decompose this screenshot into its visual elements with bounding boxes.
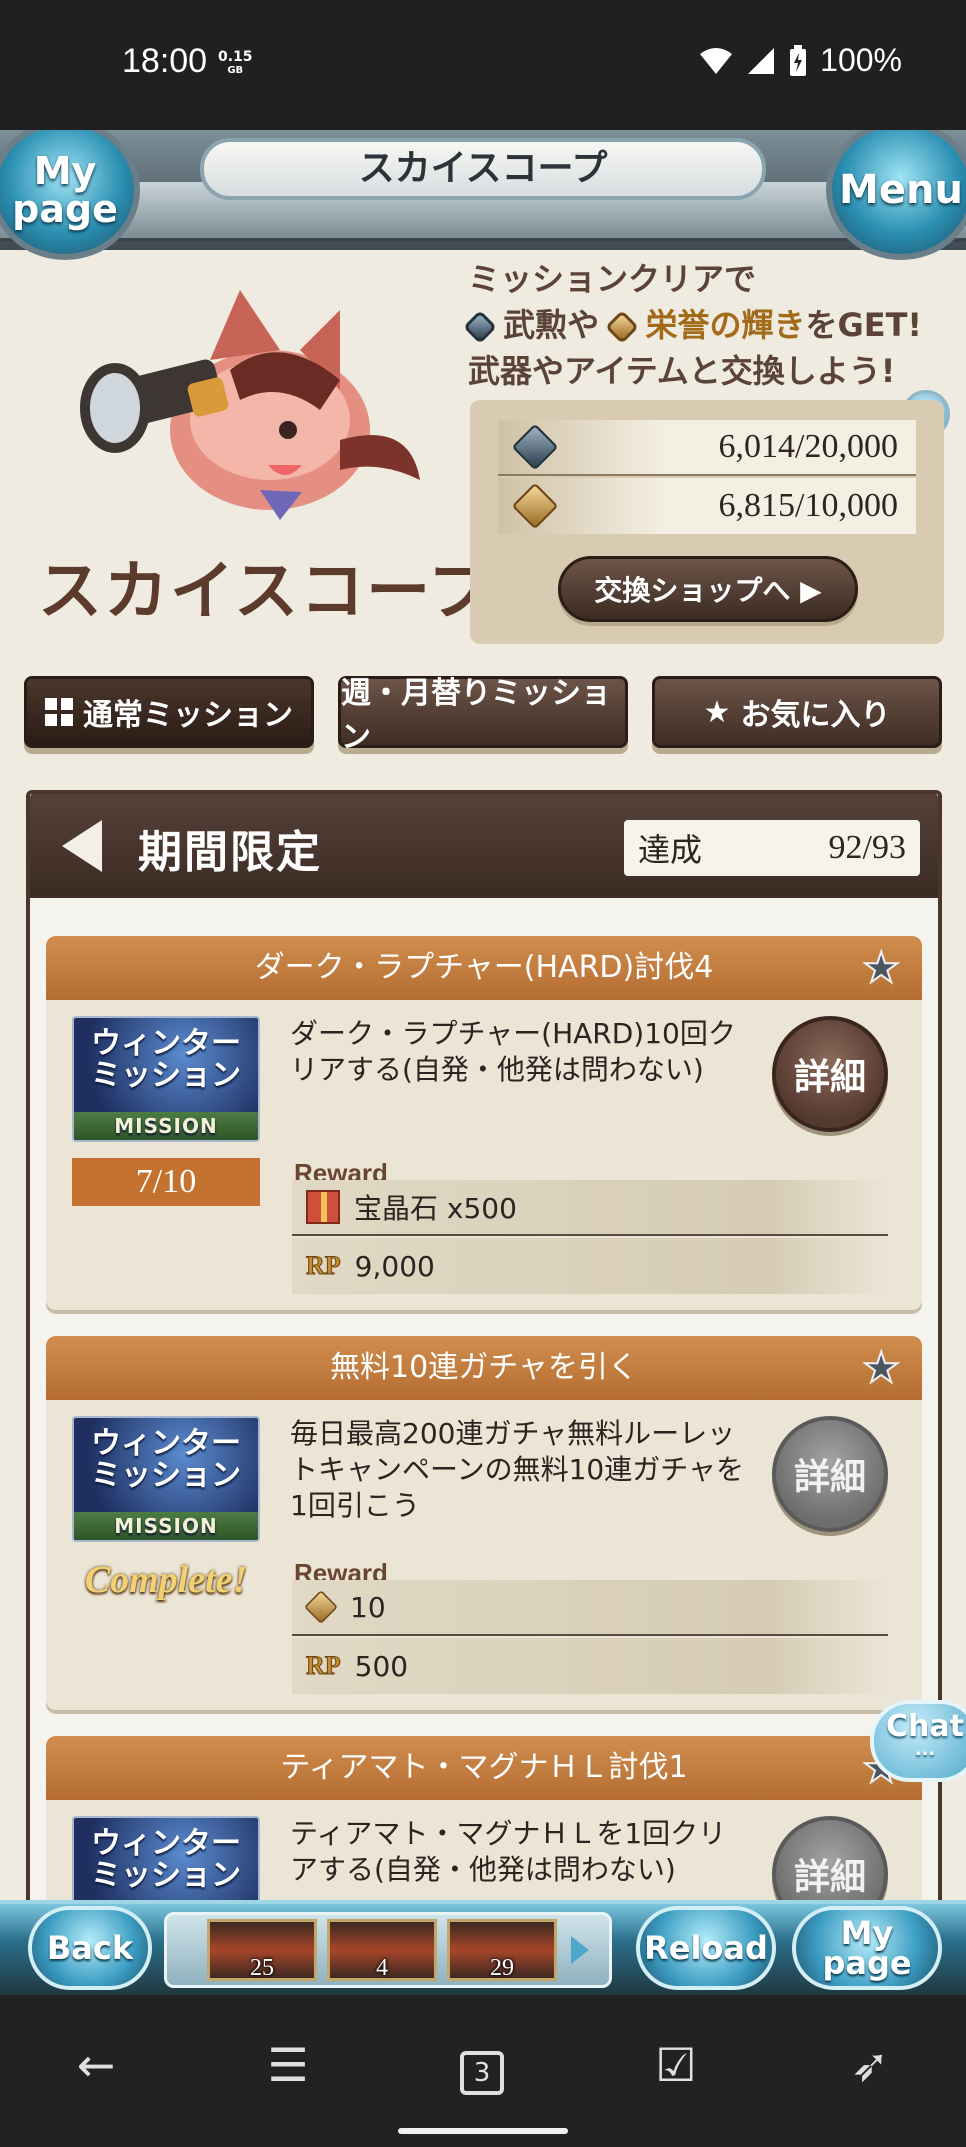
mission-description: 毎日最高200連ガチャ無料ルーレットキャンペーンの無料10連ガチャを1回引こう (290, 1417, 744, 1522)
currency-panel: 6,014/20,000 6,815/10,000 交換ショップへ ▶ (470, 400, 944, 644)
mission-title: ダーク・ラプチャー(HARD)討伐4 ★ (46, 936, 922, 1000)
tab-weekly-monthly-missions[interactable]: 週・月替りミッション (338, 676, 628, 755)
rp-icon: RP (306, 1651, 342, 1681)
mission-card: ティアマト・マグナＨＬ討伐1 ★ ウィンター ミッション ティアマト・マグナＨＬ… (46, 1736, 922, 1900)
glory-gem-icon (605, 310, 640, 344)
detail-button[interactable]: 詳細 (772, 1416, 888, 1532)
mission-title: ティアマト・マグナＨＬ討伐1 ★ (46, 1736, 922, 1800)
reward-rp: RP 500 (292, 1638, 888, 1694)
next-arrow-icon[interactable] (571, 1936, 589, 1964)
event-logo: スカイスコープ (38, 555, 495, 629)
valor-gem-icon (463, 310, 497, 344)
valor-gem-icon (511, 423, 559, 471)
back-button[interactable]: Back (28, 1906, 152, 1990)
status-icons: 100% (698, 42, 902, 79)
rocket-icon[interactable]: ➶ (840, 2035, 900, 2095)
quick-quest-bar: 25 4 29 (164, 1912, 612, 1988)
quick-slot[interactable]: 25 (207, 1919, 317, 1981)
checkbox-icon[interactable]: ☑ (646, 2035, 706, 2095)
achievement-counter: 達成 92/93 (624, 820, 920, 876)
grid-icon (45, 698, 73, 726)
status-bar: 18:00 0.15 GB 100% (0, 0, 966, 130)
back-arrow-icon[interactable]: ← (66, 2035, 126, 2095)
favorite-star-icon[interactable]: ★ (861, 1345, 901, 1391)
mission-banner: ウィンター ミッション (72, 1816, 260, 1900)
reward-item: 10 (292, 1580, 888, 1636)
mission-progress: 7/10 (72, 1158, 260, 1206)
tabs-icon[interactable]: 3 (452, 2035, 512, 2095)
mission-banner: ウィンター ミッション MISSION (72, 1416, 260, 1542)
star-icon: ★ (703, 694, 731, 730)
quick-slot[interactable]: 29 (447, 1919, 557, 1981)
complete-badge: Complete! (84, 1559, 248, 1601)
detail-button[interactable]: 詳細 (772, 1816, 888, 1900)
page-title: スカイスコープ (200, 138, 766, 200)
reward-item: 宝晶石 x500 (292, 1180, 888, 1236)
tab-favorites[interactable]: ★ お気に入り (652, 676, 942, 748)
header: スカイスコープ My page Menu (0, 130, 966, 260)
menu-icon[interactable]: ☰ (258, 2035, 318, 2095)
mission-card: ダーク・ラプチャー(HARD)討伐4 ★ ウィンター ミッション MISSION… (46, 936, 922, 1310)
signal-icon (748, 47, 775, 74)
clock: 18:00 (122, 42, 208, 80)
reload-button[interactable]: Reload (636, 1906, 776, 1990)
gift-icon (306, 1190, 340, 1224)
mission-banner: ウィンター ミッション MISSION (72, 1016, 260, 1142)
mypage-button[interactable]: My page (792, 1906, 942, 1990)
back-arrow-icon[interactable] (62, 820, 102, 872)
glory-count: 6,815/10,000 (718, 487, 898, 524)
valor-count: 6,014/20,000 (718, 428, 898, 465)
list-title: 期間限定 (138, 827, 322, 878)
battery-icon (790, 44, 807, 76)
tab-normal-missions[interactable]: 通常ミッション (24, 676, 314, 748)
valor-row: 6,014/20,000 (498, 420, 916, 476)
list-header: 期間限定 達成 92/93 (30, 794, 938, 898)
data-usage: 0.15 GB (218, 49, 253, 76)
glory-row: 6,815/10,000 (498, 478, 916, 534)
rp-icon: RP (306, 1251, 342, 1281)
mission-description: ダーク・ラプチャー(HARD)10回クリアする(自発・他発は問わない) (290, 1017, 736, 1086)
browser-nav-bar: ← ☰ 3 ☑ ➶ (0, 1995, 966, 2147)
battery-level: 100% (820, 42, 902, 78)
exchange-shop-button[interactable]: 交換ショップへ ▶ (558, 556, 858, 622)
intro-message: ミッションクリアで 武勲や 栄誉の輝きをGET! 武器やアイテムと交換しよう! (463, 256, 948, 394)
quick-slot[interactable]: 4 (327, 1919, 437, 1981)
mission-description: ティアマト・マグナＨＬを1回クリアする(自発・他発は問わない) (290, 1817, 727, 1886)
reward-rp: RP 9,000 (292, 1238, 888, 1294)
mission-list-panel: 期間限定 達成 92/93 ダーク・ラプチャー(HARD)討伐4 ★ ウィンター… (26, 790, 942, 1900)
wifi-icon (700, 47, 733, 74)
chat-button[interactable]: Chat ... (870, 1700, 966, 1782)
mascot-illustration (80, 290, 420, 520)
favorite-star-icon[interactable]: ★ (861, 945, 901, 991)
glory-gem-icon (304, 1590, 338, 1624)
game-bottom-bar: Back 25 4 29 Reload My page (0, 1900, 966, 1995)
detail-button[interactable]: 詳細 (772, 1016, 888, 1132)
gesture-handle (398, 2128, 568, 2134)
glory-gem-icon (511, 482, 559, 530)
game-screen: スカイスコープ My page Menu スカイスコープ ミッションクリアで 武… (0, 130, 966, 1900)
mission-title: 無料10連ガチャを引く ★ (46, 1336, 922, 1400)
mission-card: 無料10連ガチャを引く ★ ウィンター ミッション MISSION Comple… (46, 1336, 922, 1710)
